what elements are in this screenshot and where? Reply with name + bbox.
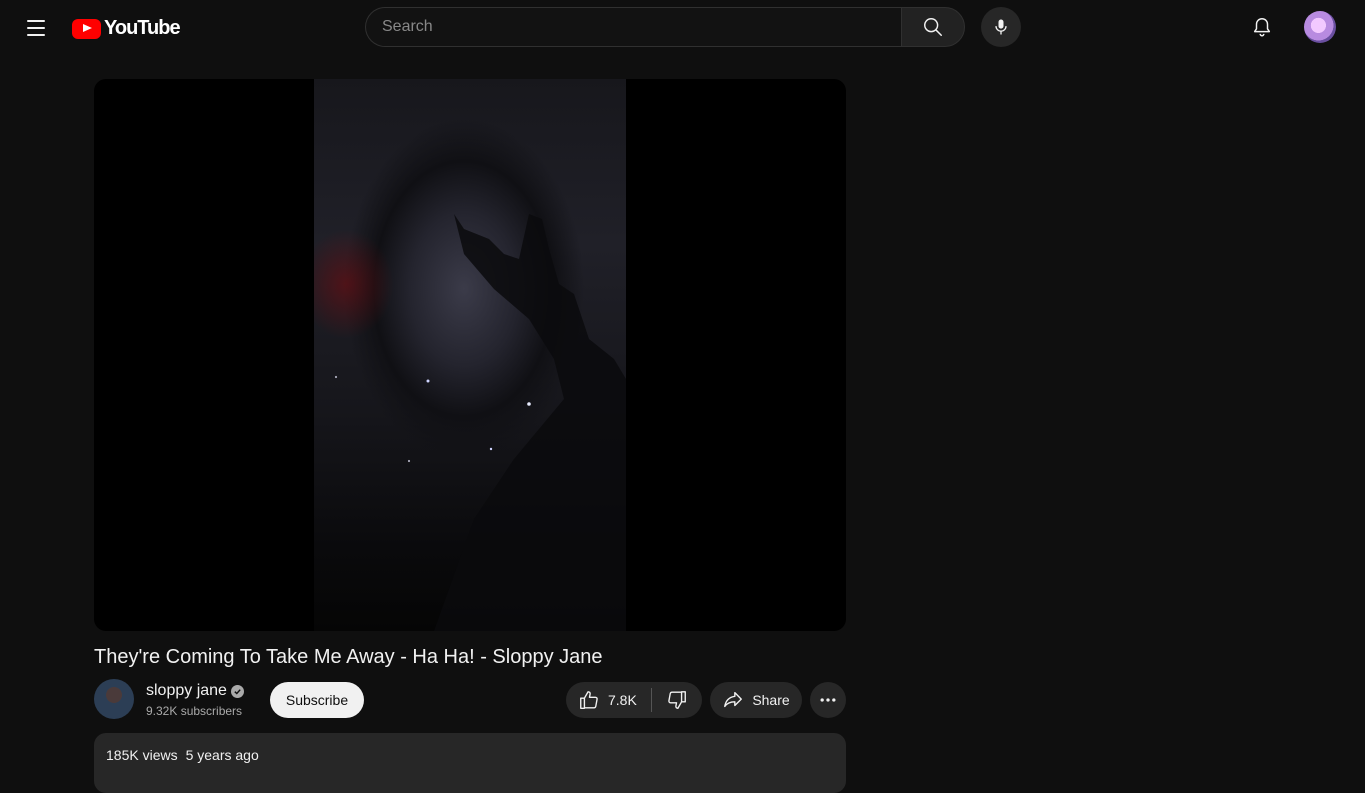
notifications-button[interactable] — [1242, 7, 1282, 47]
voice-search-button[interactable] — [981, 7, 1021, 47]
share-button[interactable]: Share — [710, 682, 802, 718]
thumbs-up-icon — [580, 691, 598, 709]
video-player[interactable] — [94, 79, 846, 631]
like-button[interactable]: 7.8K — [566, 682, 651, 718]
video-title: They're Coming To Take Me Away - Ha Ha! … — [94, 646, 603, 668]
logo-text: YouTube — [104, 17, 181, 39]
search-box — [365, 7, 965, 47]
search-input[interactable] — [365, 7, 901, 47]
youtube-logo[interactable]: YouTube — [72, 17, 181, 40]
channel-name-link[interactable]: sloppy jane — [146, 682, 244, 700]
description-meta: 185K views 5 years ago — [106, 747, 259, 763]
video-frame — [314, 79, 626, 631]
more-actions-button[interactable] — [810, 682, 846, 718]
more-horizontal-icon — [820, 698, 836, 702]
search-icon — [924, 18, 942, 36]
bell-icon — [1253, 18, 1271, 37]
view-count: 185K views — [106, 747, 178, 763]
verified-icon — [230, 684, 244, 698]
share-icon — [724, 691, 743, 708]
microphone-icon — [995, 19, 1007, 35]
account-avatar[interactable] — [1304, 11, 1336, 43]
like-count: 7.8K — [608, 692, 637, 708]
channel-avatar[interactable] — [94, 679, 134, 719]
description-box[interactable]: 185K views 5 years ago — [94, 733, 846, 793]
search-button[interactable] — [901, 7, 965, 47]
menu-icon[interactable] — [20, 12, 52, 44]
like-dislike-group: 7.8K — [566, 682, 702, 718]
subscriber-count: 9.32K subscribers — [146, 704, 243, 718]
upload-age: 5 years ago — [185, 747, 259, 763]
subscribe-button[interactable]: Subscribe — [270, 682, 364, 718]
share-label: Share — [752, 692, 790, 708]
channel-name: sloppy jane — [146, 682, 227, 699]
play-logo-icon — [72, 18, 101, 39]
top-bar: YouTube — [0, 0, 1365, 56]
thumbs-down-icon — [668, 691, 686, 709]
video-silhouette — [334, 214, 626, 631]
dislike-button[interactable] — [652, 682, 702, 718]
